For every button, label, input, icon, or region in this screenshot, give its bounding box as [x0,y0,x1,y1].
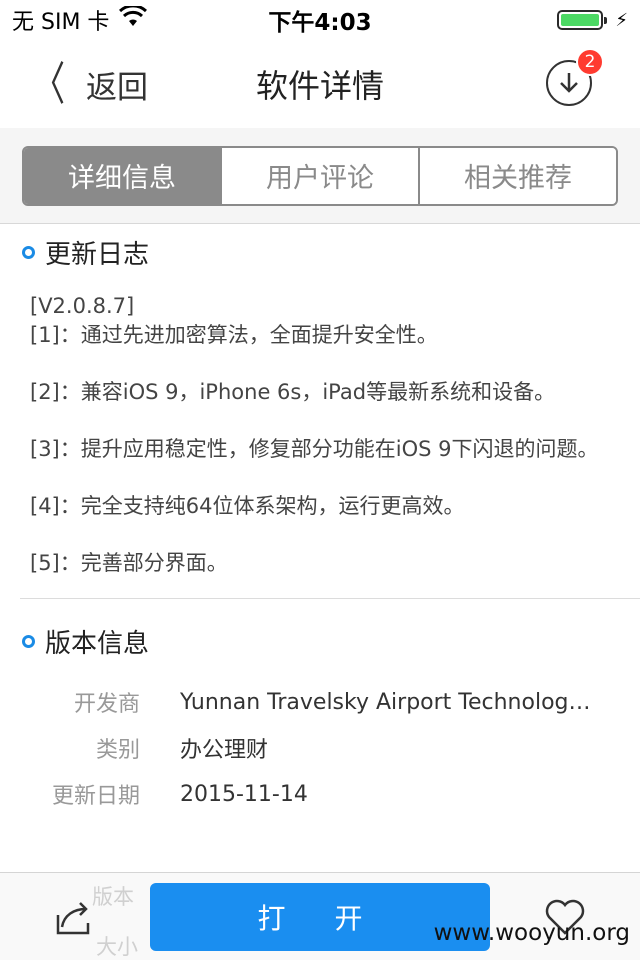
battery-icon [557,10,608,30]
info-row-update-date: 更新日期 2015-11-14 [0,771,640,817]
download-arrow-icon [560,73,578,93]
app-root: 无 SIM 卡 下午4:03 ⚡ 〈 返回 软件详情 2 详细信息 用户评论 相… [0,0,640,960]
changelog-item: [3]：提升应用稳定性，修复部分功能在iOS 9下闪退的问题。 [30,437,599,461]
info-row-category: 类别 办公理财 [0,725,640,771]
tab-recommendations[interactable]: 相关推荐 [420,147,616,204]
wifi-icon [119,4,148,34]
nav-bar: 〈 返回 软件详情 2 [0,40,640,128]
share-button[interactable] [54,897,94,937]
tab-details[interactable]: 详细信息 [24,147,222,204]
battery-level [561,14,600,26]
download-count-badge: 2 [576,48,604,76]
section-bullet-icon [22,245,35,259]
info-row-developer: 开发商 Yunnan Travelsky Airport Technology … [0,679,640,725]
carrier-label: 无 SIM 卡 [12,10,110,35]
info-key: 开发商 [73,692,140,717]
charging-icon: ⚡ [615,9,628,31]
changelog-item: [2]：兼容iOS 9，iPhone 6s，iPad等最新系统和设备。 [30,380,556,404]
info-key: 类别 [95,738,140,763]
changelog-item: [4]：完全支持纯64位体系架构，运行更高效。 [30,494,465,518]
status-left: 无 SIM 卡 [12,4,148,36]
bottom-action-bar: 版本 大小 打 开 www.wooyun.org [0,872,640,960]
info-value: 办公理财 [180,738,269,763]
changelog-body: [V2.0.8.7] [1]：通过先进加密算法，全面提升安全性。 [2]：兼容i… [0,280,640,578]
section-divider [20,598,640,599]
info-key: 更新日期 [51,784,140,809]
ghost-info-key-size: 大小 [96,935,138,959]
back-button[interactable]: 〈 返回 [26,61,148,107]
segmented-tabs: 详细信息 用户评论 相关推荐 [22,145,618,206]
changelog-item: [1]：通过先进加密算法，全面提升安全性。 [30,323,438,347]
chevron-left-icon: 〈 [32,57,66,111]
status-right: ⚡ [557,10,628,31]
version-info-table: 开发商 Yunnan Travelsky Airport Technology … [0,669,640,817]
version-info-header: 版本信息 [0,613,640,669]
info-value: 2015-11-14 [180,781,308,807]
watermark-text: www.wooyun.org [433,920,630,946]
share-icon [56,902,90,935]
tab-bar-container: 详细信息 用户评论 相关推荐 [0,128,640,224]
tab-reviews[interactable]: 用户评论 [222,147,420,204]
changelog-header: 更新日志 [0,224,640,280]
changelog-item: [5]：完善部分界面。 [30,551,228,575]
changelog-version: [V2.0.8.7] [30,294,135,318]
changelog-title: 更新日志 [45,239,150,270]
back-label: 返回 [86,69,148,106]
detail-content[interactable]: 更新日志 [V2.0.8.7] [1]：通过先进加密算法，全面提升安全性。 [2… [0,224,640,874]
status-bar: 无 SIM 卡 下午4:03 ⚡ [0,0,640,40]
ghost-info-key-version: 版本 [92,885,134,909]
info-value: Yunnan Travelsky Airport Technology C... [180,689,598,715]
section-bullet-icon [22,634,35,648]
version-info-title: 版本信息 [45,628,150,659]
